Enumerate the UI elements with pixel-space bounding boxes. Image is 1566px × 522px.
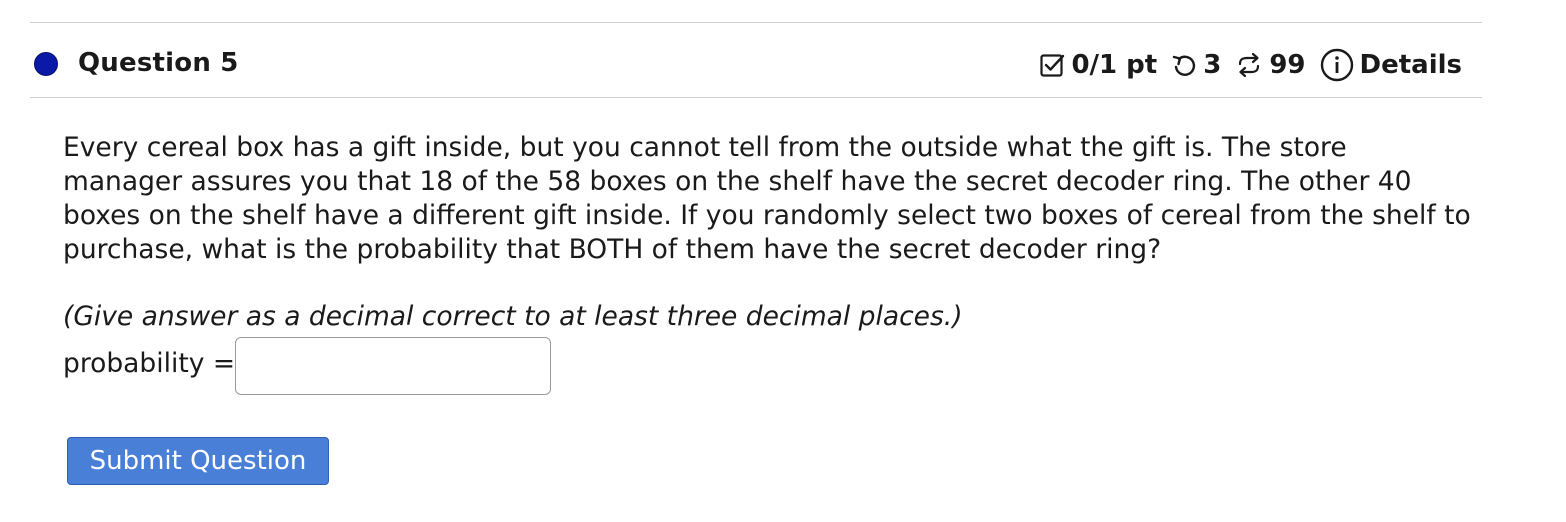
- repeat-icon: [1235, 52, 1263, 78]
- top-divider: [30, 22, 1482, 23]
- question-meta: 0/1 pt 3 99 Details: [1039, 48, 1462, 82]
- attempts-count: 99: [1269, 50, 1306, 80]
- checkbox-icon: [1039, 52, 1065, 78]
- undo-icon: [1171, 52, 1197, 78]
- details-link[interactable]: Details: [1360, 50, 1463, 80]
- probability-input[interactable]: [235, 337, 551, 395]
- question-status-icon: [34, 52, 58, 76]
- submit-question-button[interactable]: Submit Question: [67, 437, 329, 485]
- answer-hint: (Give answer as a decimal correct to at …: [63, 301, 963, 332]
- question-prompt: Every cereal box has a gift inside, but …: [63, 132, 1471, 265]
- question-title: Question 5: [78, 48, 239, 78]
- retries-count: 3: [1203, 50, 1222, 80]
- score-text: 0/1 pt: [1071, 50, 1158, 80]
- header-divider: [30, 97, 1482, 98]
- info-icon[interactable]: [1320, 48, 1354, 82]
- probability-label: probability =: [63, 348, 236, 379]
- question-header: Question 5 0/1 pt 3 99 Details: [30, 40, 1482, 88]
